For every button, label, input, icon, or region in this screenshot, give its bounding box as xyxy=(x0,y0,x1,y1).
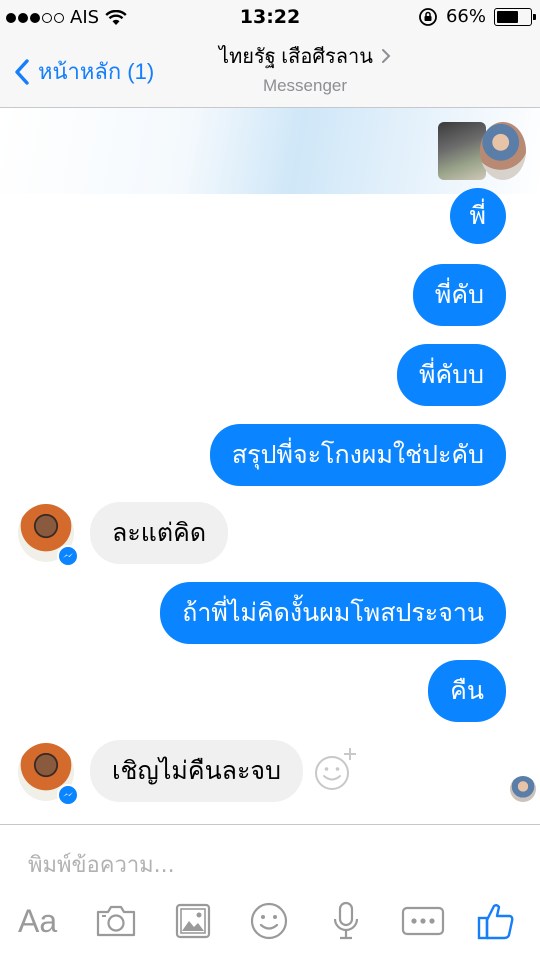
participant-photo xyxy=(480,122,526,180)
battery-percent: 66% xyxy=(445,6,486,27)
message-bubble-outgoing[interactable]: พี่คับ xyxy=(412,264,506,326)
message-bubble-incoming[interactable]: เชิญไม่คืนละจบ xyxy=(90,740,303,802)
message-bubble-outgoing[interactable]: พี่ xyxy=(449,188,506,244)
composer: พิมพ์ข้อความ... Aa xyxy=(0,824,540,960)
camera-icon[interactable] xyxy=(94,899,138,943)
like-icon[interactable] xyxy=(474,899,518,943)
emoji-icon[interactable] xyxy=(248,899,290,943)
conversation-title: ไทยรัฐ เสือศีรลาน xyxy=(219,46,373,68)
message-bubble-outgoing[interactable]: ถ้าพี่ไม่คิดงั้นผมโพสประจาน xyxy=(160,582,506,644)
message-bubble-outgoing[interactable]: พี่คับบ xyxy=(397,344,506,406)
participants-band xyxy=(0,108,540,194)
participant-photo xyxy=(438,122,486,180)
message-list[interactable]: พี่ พี่คับ พี่คับบ สรุปพี่จะโกงผมใช่ปะคั… xyxy=(0,188,540,824)
message-input[interactable]: พิมพ์ข้อความ... xyxy=(28,847,175,882)
composer-toolbar: Aa xyxy=(0,899,540,949)
seen-indicator-avatar xyxy=(510,776,536,802)
microphone-icon[interactable] xyxy=(330,899,362,943)
text-format-icon[interactable]: Aa xyxy=(18,899,57,943)
messenger-badge-icon xyxy=(57,545,79,567)
nav-bar: หน้าหลัก (1) ไทยรัฐ เสือศีรลาน Messenger xyxy=(0,36,540,108)
battery-icon xyxy=(494,7,536,26)
chevron-left-icon xyxy=(15,58,29,85)
participant-avatars[interactable] xyxy=(438,122,526,180)
conversation-header[interactable]: ไทยรัฐ เสือศีรลาน Messenger xyxy=(180,40,430,96)
back-button[interactable]: หน้าหลัก (1) xyxy=(14,54,154,89)
message-bubble-outgoing[interactable]: สรุปพี่จะโกงผมใช่ปะคับ xyxy=(209,424,506,486)
messenger-badge-icon xyxy=(57,784,79,806)
chevron-right-icon xyxy=(381,49,391,63)
gallery-icon[interactable] xyxy=(172,899,214,943)
battery-group: 66% xyxy=(418,6,536,27)
more-icon[interactable] xyxy=(400,899,446,943)
message-bubble-incoming[interactable]: ละแต่คิด xyxy=(90,502,229,564)
conversation-subtitle: Messenger xyxy=(262,76,348,95)
back-label: หน้าหลัก (1) xyxy=(38,59,155,84)
status-bar: AIS 13:22 66% xyxy=(0,0,540,36)
rotation-lock-icon xyxy=(419,7,437,26)
sticker-icon[interactable] xyxy=(312,746,360,794)
message-bubble-outgoing[interactable]: คืน xyxy=(428,660,506,722)
